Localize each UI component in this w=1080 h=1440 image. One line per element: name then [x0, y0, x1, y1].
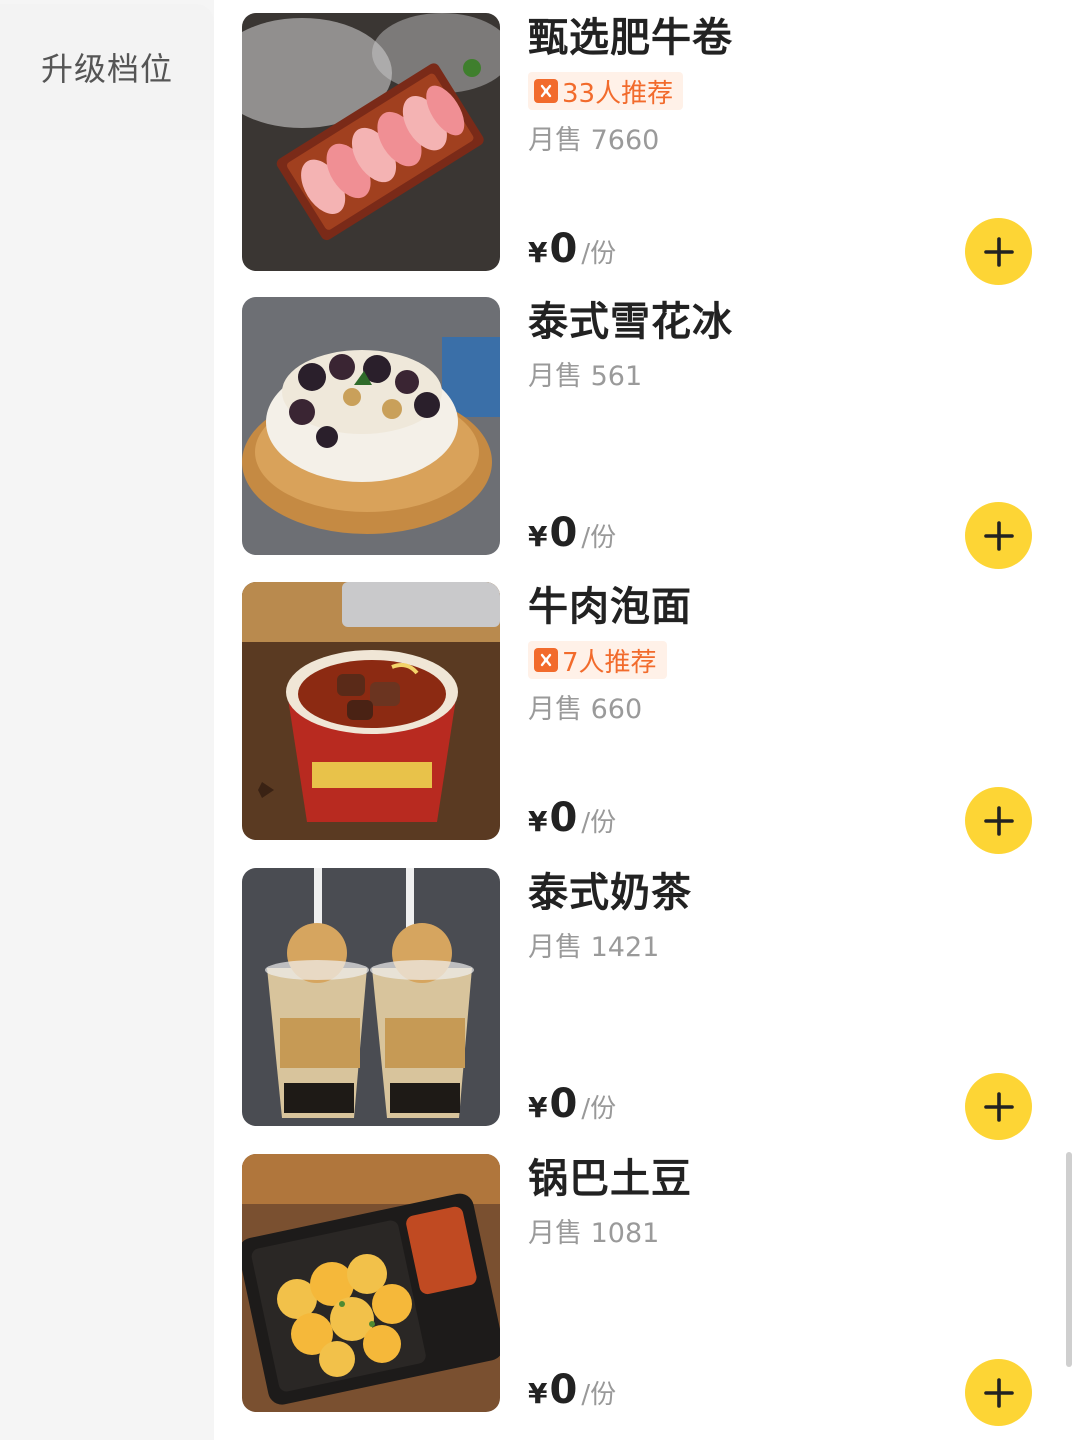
scrollbar[interactable]: [1066, 1152, 1072, 1367]
list-item[interactable]: 泰式奶茶 月售 1421 ¥ 0 /份: [214, 855, 1080, 1141]
recommend-icon: [534, 79, 558, 103]
sidebar-item-upgrade[interactable]: 升级档位: [0, 4, 214, 140]
price-value: 0: [549, 1081, 578, 1127]
monthly-sales: 月售 561: [528, 361, 643, 392]
list-item[interactable]: 锅巴土豆 月售 1081 ¥ 0 /份: [214, 1141, 1080, 1427]
monthly-sales: 月售 1081: [528, 1218, 660, 1249]
price-unit: /份: [581, 1380, 617, 1410]
product-image[interactable]: [242, 297, 500, 555]
currency-symbol: ¥: [528, 236, 548, 269]
price-value: 0: [549, 510, 578, 556]
recommend-text: 33人推荐: [562, 78, 674, 109]
plus-icon: [983, 236, 1014, 267]
monthly-sales: 月售 660: [528, 694, 643, 725]
list-item[interactable]: 牛肉泡面 7人推荐 月售 660 ¥ 0 /份: [214, 569, 1080, 855]
monthly-sales: 月售 7660: [528, 125, 660, 156]
recommend-badge: 33人推荐: [528, 72, 684, 110]
product-name: 泰式雪花冰: [528, 299, 733, 345]
recommend-badge: 7人推荐: [528, 641, 667, 679]
price: ¥ 0 /份: [528, 510, 616, 556]
product-image[interactable]: [242, 13, 500, 271]
add-to-cart-button[interactable]: [965, 1359, 1032, 1426]
price-unit: /份: [581, 239, 617, 269]
plus-icon: [983, 805, 1014, 836]
product-name: 牛肉泡面: [528, 584, 692, 630]
plus-icon: [983, 520, 1014, 551]
product-name: 泰式奶茶: [528, 870, 692, 916]
product-list[interactable]: 甄选肥牛卷 33人推荐 月售 7660 ¥ 0 /份 泰式雪花冰 月售 561 …: [214, 0, 1080, 1440]
currency-symbol: ¥: [528, 805, 548, 838]
add-to-cart-button[interactable]: [965, 218, 1032, 285]
product-name: 锅巴土豆: [528, 1156, 692, 1202]
recommend-icon: [534, 648, 558, 672]
list-item[interactable]: 甄选肥牛卷 33人推荐 月售 7660 ¥ 0 /份: [214, 0, 1080, 286]
list-item[interactable]: 泰式雪花冰 月售 561 ¥ 0 /份: [214, 284, 1080, 570]
price: ¥ 0 /份: [528, 795, 616, 841]
price-unit: /份: [581, 523, 617, 553]
currency-symbol: ¥: [528, 1091, 548, 1124]
recommend-text: 7人推荐: [562, 647, 657, 678]
price-value: 0: [549, 795, 578, 841]
monthly-sales: 月售 1421: [528, 932, 660, 963]
product-image[interactable]: [242, 868, 500, 1126]
price-value: 0: [549, 226, 578, 272]
currency-symbol: ¥: [528, 1377, 548, 1410]
add-to-cart-button[interactable]: [965, 1073, 1032, 1140]
add-to-cart-button[interactable]: [965, 502, 1032, 569]
product-name: 甄选肥牛卷: [528, 15, 733, 61]
price-unit: /份: [581, 808, 617, 838]
add-to-cart-button[interactable]: [965, 787, 1032, 854]
price: ¥ 0 /份: [528, 1367, 616, 1413]
product-image[interactable]: [242, 1154, 500, 1412]
price: ¥ 0 /份: [528, 1081, 616, 1127]
plus-icon: [983, 1377, 1014, 1408]
price-unit: /份: [581, 1094, 617, 1124]
currency-symbol: ¥: [528, 520, 548, 553]
price: ¥ 0 /份: [528, 226, 616, 272]
sidebar-item-label: 升级档位: [40, 50, 173, 88]
price-value: 0: [549, 1367, 578, 1413]
page: 升级档位 甄选肥牛卷 33人推荐 月售 7660 ¥ 0 /份 泰式雪花冰 月售…: [0, 0, 1080, 1440]
product-image[interactable]: [242, 582, 500, 840]
plus-icon: [983, 1091, 1014, 1122]
category-sidebar: 升级档位: [0, 0, 214, 1440]
